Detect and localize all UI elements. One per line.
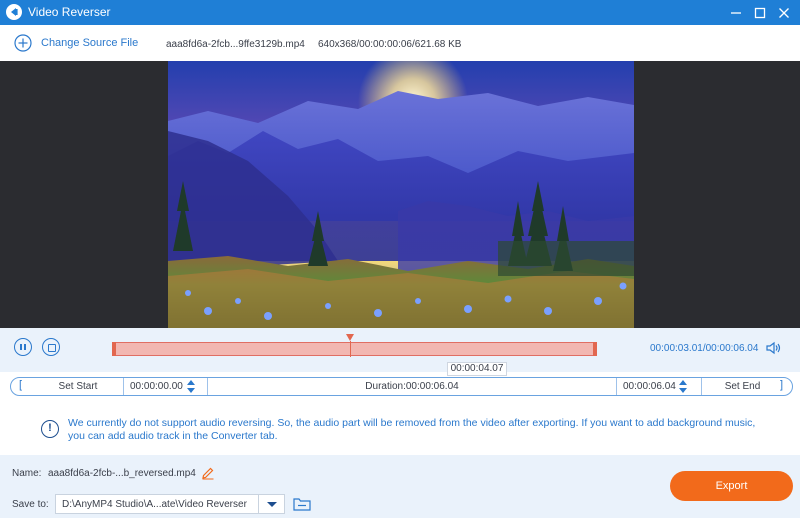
output-panel: Name: aaa8fd6a-2fcb-...b_reversed.mp4 Sa…	[0, 455, 800, 518]
stop-button[interactable]	[42, 338, 60, 356]
minimize-icon	[731, 12, 741, 14]
pause-button[interactable]	[14, 338, 32, 356]
change-source-button[interactable]: Change Source File	[14, 34, 138, 52]
title-bar: Video Reverser	[0, 0, 800, 25]
close-button[interactable]	[772, 0, 796, 25]
app-logo-icon	[6, 4, 22, 20]
start-time-stepper[interactable]	[187, 379, 195, 394]
info-icon: !	[41, 420, 59, 438]
save-path-dropdown[interactable]: D:\AnyMP4 Studio\A...ate\Video Reverser	[55, 494, 285, 514]
notice-text: We currently do not support audio revers…	[68, 417, 756, 442]
set-start-button[interactable]: Set Start	[33, 378, 123, 395]
trim-start-handle[interactable]	[112, 342, 116, 356]
folder-icon[interactable]	[292, 495, 312, 513]
start-time-field[interactable]: 00:00:00.00	[123, 378, 209, 395]
minimize-button[interactable]	[724, 0, 748, 25]
duration-display: Duration:00:00:06.04	[207, 378, 617, 395]
volume-icon[interactable]	[766, 341, 782, 355]
video-preview-area	[0, 61, 800, 328]
set-end-button[interactable]: Set End	[701, 378, 783, 395]
end-bracket-icon: ]	[780, 379, 784, 391]
timeline-bar: 00:00:03.01/00:00:06.04	[0, 328, 800, 372]
source-file-meta: 640x368/00:00:00:06/621.68 KB	[318, 39, 462, 50]
close-icon	[779, 8, 789, 18]
trim-box: [ Set Start 00:00:00.00 Duration:00:00:0…	[10, 377, 793, 396]
add-circle-icon	[14, 34, 32, 52]
playhead-marker[interactable]	[346, 334, 354, 341]
chevron-down-icon[interactable]	[258, 495, 284, 513]
source-file-name: aaa8fd6a-2fcb...9ffe3129b.mp4	[166, 39, 305, 50]
maximize-icon	[754, 7, 766, 19]
end-time-field[interactable]: 00:00:06.04	[617, 378, 703, 395]
trim-track[interactable]	[112, 342, 597, 356]
end-time-value: 00:00:06.04	[623, 381, 676, 392]
time-readout: 00:00:03.01/00:00:06.04	[650, 343, 759, 354]
video-frame[interactable]	[168, 61, 634, 328]
maximize-button[interactable]	[748, 0, 772, 25]
end-time-stepper[interactable]	[679, 379, 687, 394]
window-title: Video Reverser	[28, 5, 111, 19]
change-source-label: Change Source File	[41, 37, 139, 49]
start-bracket-icon: [	[19, 379, 23, 391]
trim-end-handle[interactable]	[593, 342, 597, 356]
save-path-value: D:\AnyMP4 Studio\A...ate\Video Reverser	[62, 499, 247, 510]
output-name-value: aaa8fd6a-2fcb-...b_reversed.mp4	[48, 468, 196, 479]
audio-notice: ! We currently do not support audio reve…	[0, 400, 800, 455]
name-label: Name:	[12, 468, 42, 479]
start-time-value: 00:00:00.00	[130, 381, 183, 392]
video-thumbnail	[168, 61, 634, 328]
trim-controls: [ Set Start 00:00:00.00 Duration:00:00:0…	[0, 372, 800, 400]
export-button[interactable]: Export	[670, 471, 793, 501]
edit-icon[interactable]	[201, 466, 215, 480]
playhead-tooltip: 00:00:04.07	[447, 362, 507, 376]
source-bar: Change Source File aaa8fd6a-2fcb...9ffe3…	[0, 25, 800, 61]
playhead-line	[350, 341, 351, 357]
save-to-label: Save to:	[12, 499, 49, 510]
